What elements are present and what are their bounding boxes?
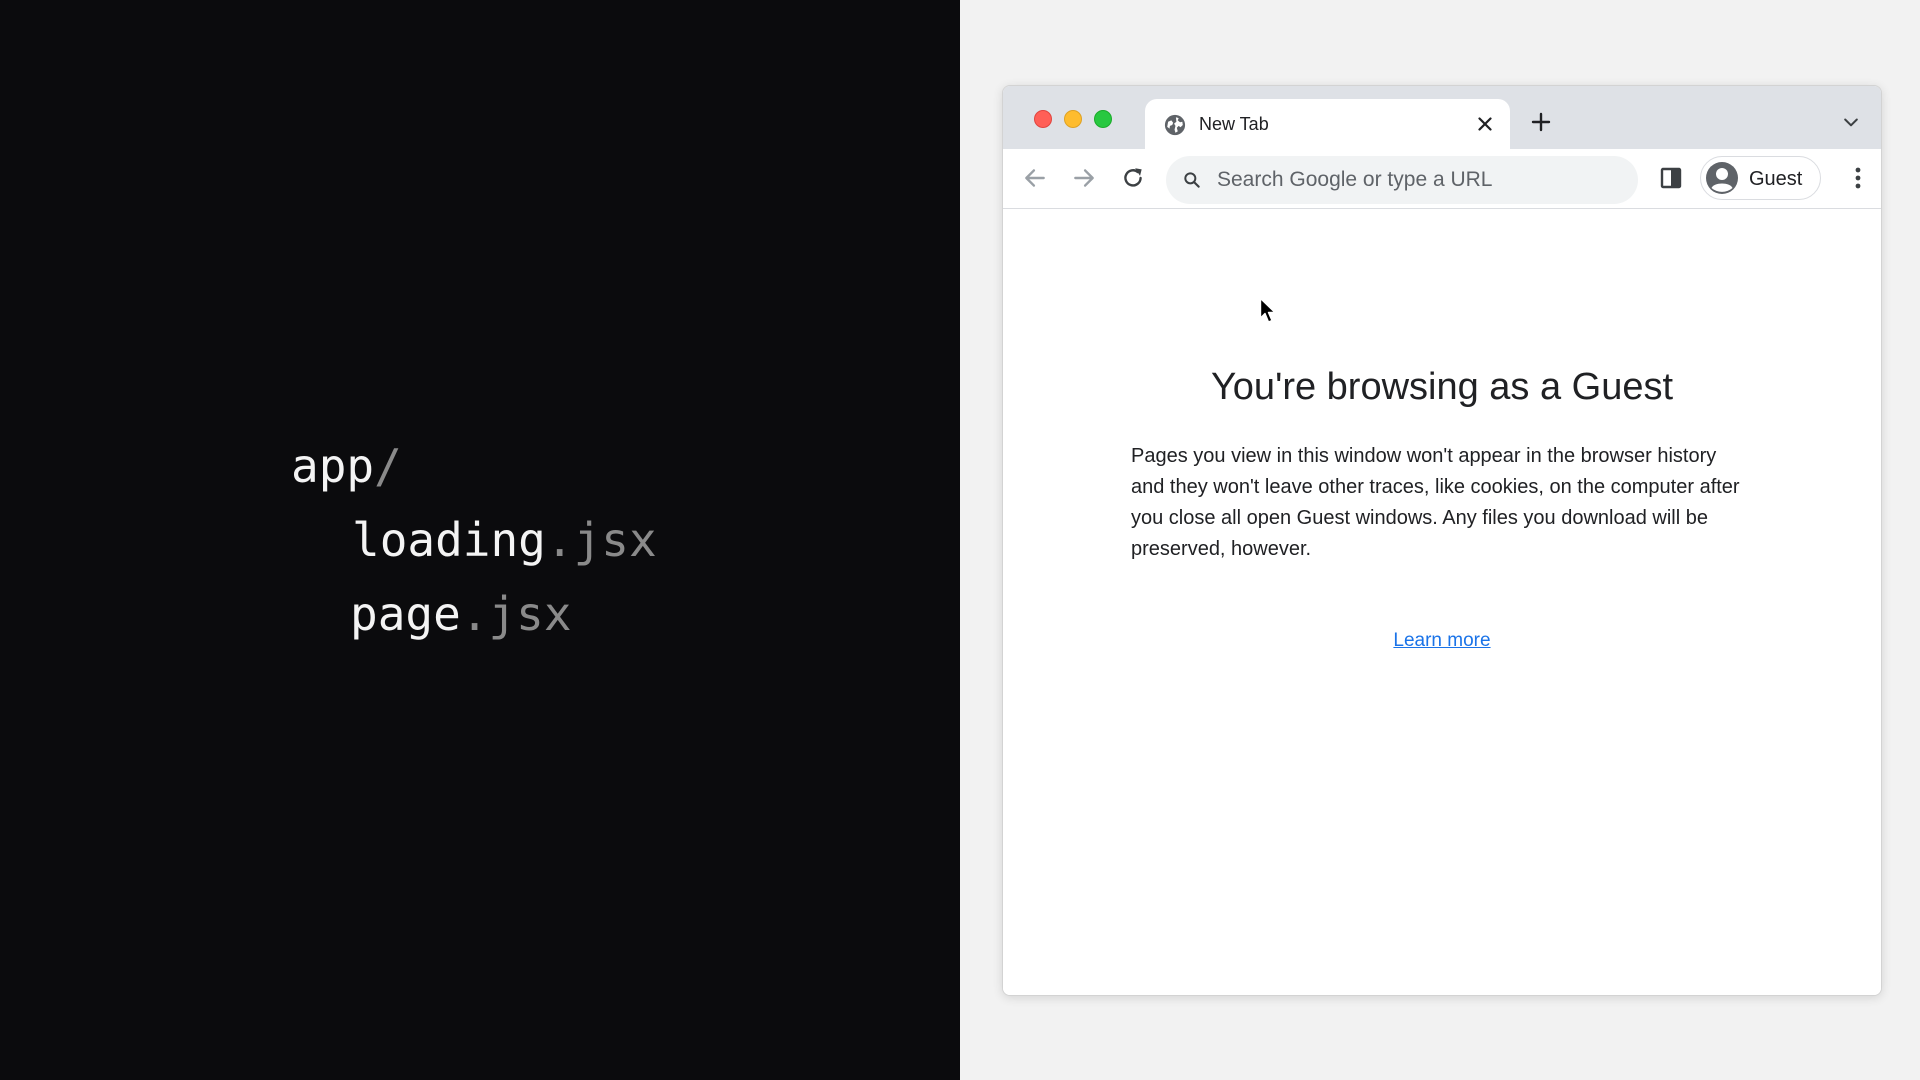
plus-icon[interactable] [1529,110,1553,134]
code-line-page: page.jsx [350,584,572,644]
close-icon[interactable] [1474,113,1496,135]
guest-description: Pages you view in this window won't appe… [1131,445,1740,560]
tab-new-tab[interactable]: New Tab [1145,99,1510,149]
window-minimize-button[interactable] [1064,110,1082,128]
tab-strip: New Tab [1003,86,1881,149]
learn-more-link[interactable]: Learn more [1393,630,1490,651]
code-line-loading: loading.jsx [352,510,657,570]
avatar-icon [1706,162,1738,194]
reload-icon[interactable] [1120,165,1146,191]
cursor-icon [1259,297,1276,323]
guest-page: You're browsing as a Guest Pages you vie… [1003,209,1881,995]
search-input[interactable] [1217,156,1617,204]
chevron-down-icon[interactable] [1841,112,1861,132]
folder-name: app [291,439,375,493]
folder-slash: / [374,439,402,493]
kebab-menu-icon[interactable] [1853,165,1863,191]
page-title: You're browsing as a Guest [1210,366,1674,408]
arrow-forward-icon[interactable] [1071,165,1097,191]
side-panel-icon[interactable] [1659,166,1683,190]
search-icon [1184,172,1200,188]
profile-label: Guest [1749,168,1803,190]
window-close-button[interactable] [1034,110,1052,128]
globe-icon [1164,114,1186,136]
profile-button[interactable]: Guest [1700,156,1821,200]
learn-more-container: Learn more [1003,629,1881,653]
file-name-loading: loading [352,513,546,567]
file-extension-loading: .jsx [545,513,657,567]
window-zoom-button[interactable] [1094,110,1112,128]
omnibox[interactable] [1166,156,1638,204]
browser-window: New Tab Search Google or type a URL Gues… [1002,85,1882,996]
toolbar: Guest [1003,149,1881,209]
code-line-app: app/ [291,436,402,496]
tab-title: New Tab [1199,114,1269,134]
arrow-back-icon[interactable] [1022,165,1048,191]
file-name-page: page [350,587,461,641]
code-panel: app/ loading.jsx page.jsx [0,0,960,1080]
file-extension-page: .jsx [460,587,572,641]
